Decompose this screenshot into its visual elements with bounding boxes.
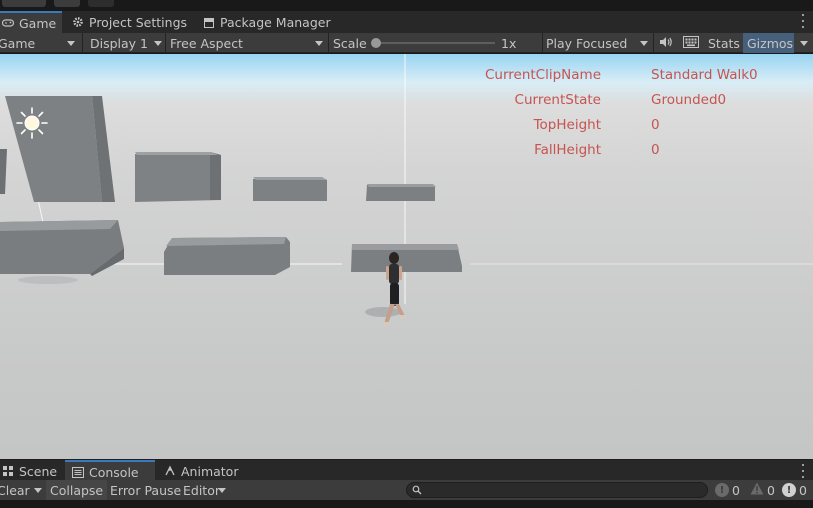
error-pause-toggle-label: Error Pause <box>110 482 182 498</box>
mode-dropdown[interactable]: Game <box>0 33 80 53</box>
block-mid-right <box>366 185 435 201</box>
debug-value: Grounded0 <box>651 92 727 108</box>
console-icon <box>72 466 84 478</box>
stats-button[interactable]: Stats <box>706 33 742 53</box>
shortcuts-button[interactable] <box>680 33 702 53</box>
scene-render <box>0 54 813 326</box>
editor-dropdown-label: Editor <box>183 482 220 498</box>
chevron-down-icon <box>67 41 75 46</box>
tab-animator-label: Animator <box>181 463 239 479</box>
chevron-down-icon <box>799 40 808 46</box>
chevron-down-icon <box>640 41 648 46</box>
error-count: 0 <box>799 482 807 498</box>
tab-package-manager[interactable]: Package Manager <box>203 11 331 33</box>
scale-slider-track[interactable] <box>373 42 495 44</box>
play-mode-dropdown[interactable]: Play Focused <box>546 33 652 53</box>
warning-icon <box>750 482 764 498</box>
speaker-icon <box>659 36 673 51</box>
tab-console-label: Console <box>89 464 139 480</box>
console-search-input[interactable] <box>406 482 708 498</box>
scale-label: Scale <box>333 35 367 51</box>
collapse-toggle[interactable]: Collapse <box>46 480 108 500</box>
keyboard-icon <box>683 35 699 51</box>
error-pause-toggle[interactable]: Error Pause <box>110 480 181 500</box>
game-controller-icon <box>2 17 14 29</box>
log-count: 0 <box>732 482 740 498</box>
block-mid-left <box>135 152 221 202</box>
display-dropdown[interactable]: Display 1 <box>90 33 164 53</box>
bottom-tab-bar: Scene Console Animator <box>0 459 813 482</box>
display-dropdown-label: Display 1 <box>90 35 149 51</box>
tab-package-manager-label: Package Manager <box>220 14 331 30</box>
console-toolbar: Clear Collapse Error Pause Editor ! 0 0 … <box>0 480 813 500</box>
stats-button-label: Stats <box>708 35 740 51</box>
tab-scene[interactable]: Scene <box>0 460 57 482</box>
grid-icon <box>2 465 14 477</box>
package-icon <box>203 16 215 28</box>
aspect-dropdown-label: Free Aspect <box>170 35 243 51</box>
clear-options-dropdown[interactable] <box>30 480 46 500</box>
scale-value: 1x <box>501 35 517 51</box>
aspect-dropdown[interactable]: Free Aspect <box>170 33 327 53</box>
editor-tab-bar: Game Project Settings Package Manager <box>0 11 813 33</box>
error-icon: ! <box>782 483 796 497</box>
tab-animator[interactable]: Animator <box>164 460 238 482</box>
debug-value: 0 <box>651 142 660 158</box>
gizmos-dropdown[interactable] <box>794 33 813 53</box>
gizmos-button[interactable]: Gizmos <box>743 33 794 53</box>
chevron-down-icon <box>34 487 42 493</box>
gear-icon <box>72 16 84 28</box>
debug-key: TopHeight <box>533 117 601 133</box>
clear-button-label: Clear <box>0 482 30 498</box>
block-mid-center <box>253 178 327 201</box>
debug-value: 0 <box>651 117 660 133</box>
collapse-toggle-label: Collapse <box>50 482 104 498</box>
debug-key: FallHeight <box>534 142 601 158</box>
clear-button[interactable]: Clear <box>0 480 30 500</box>
tab-game[interactable]: Game <box>0 11 62 33</box>
sun-light-icon <box>16 107 48 139</box>
play-mode-dropdown-label: Play Focused <box>546 35 628 51</box>
scale-slider-handle[interactable] <box>371 38 381 48</box>
log-count-toggle[interactable]: ! 0 <box>715 480 740 500</box>
cloud-button[interactable] <box>54 0 80 7</box>
debug-key: CurrentClipName <box>484 67 601 83</box>
bottom-tab-menu-kebab-icon[interactable] <box>801 464 805 478</box>
chevron-down-icon <box>218 488 226 493</box>
search-icon <box>412 484 422 498</box>
debug-key: CurrentState <box>514 92 601 108</box>
mute-audio-button[interactable] <box>656 33 676 53</box>
warning-count-toggle[interactable]: 0 <box>750 480 775 500</box>
animator-icon <box>164 465 176 477</box>
tab-menu-kebab-icon[interactable] <box>801 14 805 28</box>
game-viewport[interactable]: CurrentClipName Standard Walk0 CurrentStat… <box>0 54 813 459</box>
tab-project-settings[interactable]: Project Settings <box>72 11 187 33</box>
chevron-down-icon <box>315 41 323 46</box>
tall-block <box>5 96 102 202</box>
chevron-down-icon <box>154 41 162 46</box>
window-bottom-strip <box>0 500 813 508</box>
mode-dropdown-label: Game <box>0 35 36 51</box>
warning-count: 0 <box>767 482 775 498</box>
gizmos-button-label: Gizmos <box>747 35 794 51</box>
account-button[interactable] <box>2 0 46 7</box>
tab-game-label: Game <box>19 15 57 31</box>
editor-dropdown[interactable]: Editor <box>183 480 229 500</box>
tab-console[interactable]: Console <box>65 460 155 482</box>
game-toolbar: Game Display 1 Free Aspect Scale 1x Play… <box>0 33 813 53</box>
debug-value: Standard Walk0 <box>651 67 758 83</box>
collab-button[interactable] <box>88 0 114 7</box>
window-top-strip <box>0 0 813 11</box>
error-count-toggle[interactable]: ! 0 <box>782 480 807 500</box>
tab-scene-label: Scene <box>19 463 58 479</box>
tab-project-settings-label: Project Settings <box>89 14 188 30</box>
info-icon: ! <box>715 483 729 497</box>
